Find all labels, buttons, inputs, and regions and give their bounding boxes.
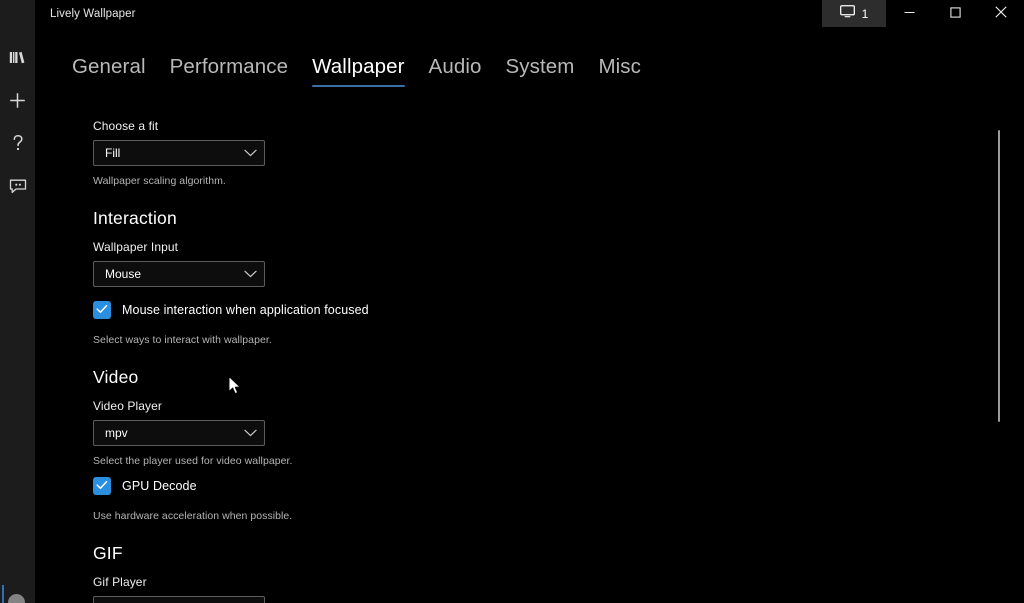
tab-general-label: General [72, 55, 146, 78]
gpu-decode-checkbox[interactable] [93, 477, 111, 495]
sidebar-item-help[interactable] [0, 127, 35, 164]
gpu-decode-checkbox-row[interactable]: GPU Decode [93, 477, 984, 495]
video-player-label: Video Player [93, 399, 163, 413]
choose-a-fit-value: Fill [105, 146, 121, 160]
app-window: Lively Wallpaper 1 General Performance W… [0, 0, 1024, 603]
tab-audio-label: Audio [428, 55, 482, 78]
gpu-decode-label: GPU Decode [122, 479, 197, 493]
gif-player-label: Gif Player [93, 575, 147, 589]
close-icon [995, 6, 1007, 21]
sidebar-item-add-wallpaper[interactable] [0, 84, 35, 121]
wallpaper-input-value: Mouse [105, 267, 142, 281]
mouse-interaction-focused-checkbox-row[interactable]: Mouse interaction when application focus… [93, 301, 984, 319]
tab-performance[interactable]: Performance [158, 55, 300, 88]
gif-player-dropdown[interactable]: mpv [93, 596, 265, 603]
help-icon [10, 134, 26, 157]
settings-pane: Choose a fit Fill Wallpaper scaling algo… [35, 119, 1024, 603]
sidebar-item-feedback[interactable] [0, 170, 35, 207]
choose-a-fit-label: Choose a fit [93, 119, 159, 133]
interaction-description: Select ways to interact with wallpaper. [93, 334, 272, 346]
tab-wallpaper[interactable]: Wallpaper [300, 55, 416, 88]
close-button[interactable] [978, 0, 1024, 27]
tab-system-label: System [505, 55, 575, 78]
monitor-count-label: 1 [861, 6, 869, 21]
video-player-dropdown[interactable]: mpv [93, 420, 265, 446]
nav-rail [0, 27, 35, 603]
monitor-selector-button[interactable]: 1 [822, 0, 886, 27]
sidebar-item-library[interactable] [0, 41, 35, 78]
settings-scrollbar-thumb[interactable] [998, 130, 1000, 422]
title-bar-drag-region[interactable] [136, 0, 822, 27]
tab-misc[interactable]: Misc [586, 55, 653, 88]
mouse-interaction-focused-checkbox[interactable] [93, 301, 111, 319]
tab-wallpaper-label: Wallpaper [312, 55, 405, 78]
minimize-icon [904, 6, 915, 21]
chevron-down-icon [244, 149, 257, 157]
maximize-icon [949, 6, 961, 21]
add-wallpaper-icon [9, 92, 26, 114]
sliver-avatar-shape [8, 594, 25, 603]
tab-active-underline [312, 84, 405, 87]
window-body: General Performance Wallpaper Audio Syst… [0, 27, 1024, 603]
tab-performance-label: Performance [169, 55, 289, 78]
taskbar-overlap-sliver [0, 581, 35, 603]
choose-a-fit-dropdown[interactable]: Fill [93, 140, 265, 166]
tab-audio[interactable]: Audio [417, 55, 494, 88]
wallpaper-input-label: Wallpaper Input [93, 240, 179, 254]
tab-bar: General Performance Wallpaper Audio Syst… [60, 55, 1024, 95]
title-bar: Lively Wallpaper 1 [0, 0, 1024, 27]
maximize-button[interactable] [932, 0, 978, 27]
tab-general[interactable]: General [60, 55, 158, 88]
checkmark-icon [96, 301, 108, 319]
wallpaper-input-dropdown[interactable]: Mouse [93, 261, 265, 287]
chevron-down-icon [244, 429, 257, 437]
video-player-value: mpv [105, 426, 128, 440]
tab-system[interactable]: System [493, 55, 586, 88]
mouse-interaction-focused-label: Mouse interaction when application focus… [122, 303, 369, 317]
video-player-description: Select the player used for video wallpap… [93, 455, 293, 467]
chevron-down-icon [244, 270, 257, 278]
minimize-button[interactable] [886, 0, 932, 27]
checkmark-icon [96, 477, 108, 495]
library-icon [9, 50, 26, 70]
content-area: General Performance Wallpaper Audio Syst… [35, 27, 1024, 603]
app-title: Lively Wallpaper [50, 7, 136, 20]
sliver-accent-bar [2, 585, 4, 603]
feedback-icon [9, 179, 27, 199]
gif-section-heading: GIF [93, 543, 123, 563]
choose-a-fit-description: Wallpaper scaling algorithm. [93, 175, 226, 187]
monitor-icon [839, 4, 855, 23]
video-section-heading: Video [93, 367, 139, 387]
title-bar-rail-spacer [0, 0, 35, 27]
gpu-decode-description: Use hardware acceleration when possible. [93, 510, 293, 522]
interaction-section-heading: Interaction [93, 208, 177, 228]
settings-scrollbar[interactable] [994, 127, 1005, 543]
tab-misc-label: Misc [598, 55, 641, 78]
